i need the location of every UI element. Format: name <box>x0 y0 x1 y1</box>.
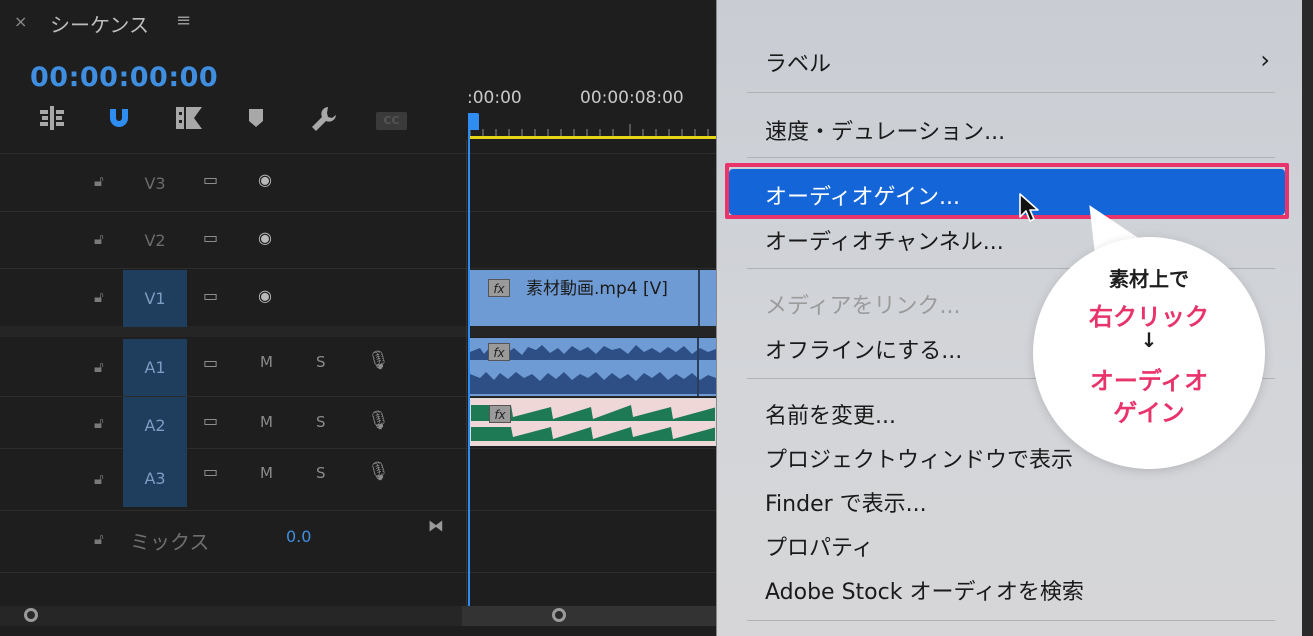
microphone-icon[interactable]: 🎙︎ <box>367 350 390 371</box>
scroll-handle-right[interactable] <box>552 608 566 622</box>
menu-item-audio-channels[interactable]: オーディオチャンネル... <box>765 224 1004 256</box>
solo-button[interactable]: S <box>316 353 326 371</box>
callout-arrow: ↓ <box>1140 328 1158 352</box>
menu-item-label[interactable]: ラベル <box>765 46 831 78</box>
callout-line: オーディオ <box>1089 367 1209 395</box>
callout-line: 素材上で <box>1109 267 1189 291</box>
lock-icon[interactable]: 🔓︎ <box>94 470 104 488</box>
sync-lock-icon[interactable]: ▭ <box>203 411 218 430</box>
mute-button[interactable]: M <box>260 464 273 482</box>
playhead-timecode[interactable]: 00:00:00:00 <box>30 62 218 93</box>
sync-lock-icon[interactable]: ▭ <box>203 286 218 305</box>
linked-selection-icon[interactable] <box>170 104 206 138</box>
track-target-a1[interactable]: A1 <box>123 339 187 396</box>
menu-item-properties[interactable]: プロパティ <box>765 530 874 562</box>
sequence-panel: × シーケンス ≡ 00:00:00:00 CC :00:00 00:00:08… <box>0 0 716 636</box>
menu-item-link-media: メディアをリンク... <box>765 294 961 319</box>
sync-lock-icon[interactable]: ▭ <box>203 462 218 481</box>
sync-lock-icon[interactable]: ▭ <box>203 228 218 247</box>
microphone-icon[interactable]: 🎙︎ <box>367 410 390 431</box>
zoom-scrollbar[interactable] <box>462 606 716 626</box>
background-panel-edge <box>1302 0 1313 636</box>
playhead-line[interactable] <box>468 113 470 608</box>
fx-badge: fx <box>488 279 510 297</box>
menu-item-speed-duration[interactable]: 速度・デュレーション... <box>765 114 1005 146</box>
submenu-chevron-icon: › <box>1260 46 1270 74</box>
eye-toggle-icon[interactable]: ◉ <box>258 228 272 247</box>
lock-icon[interactable]: 🔓︎ <box>94 230 104 248</box>
menu-item-make-offline[interactable]: オフラインにする... <box>765 333 962 365</box>
mix-collapse-icon[interactable]: ⧓ <box>428 516 444 535</box>
panel-tab-title[interactable]: シーケンス <box>50 9 149 38</box>
audio-clip-a1[interactable]: fx <box>470 338 716 396</box>
snap-magnet-icon[interactable] <box>101 104 137 138</box>
solo-button[interactable]: S <box>316 413 326 431</box>
menu-item-adobe-stock-audio[interactable]: Adobe Stock オーディオを検索 <box>765 574 1084 606</box>
fx-badge: fx <box>489 405 511 423</box>
mix-track-label: ミックス <box>130 530 210 554</box>
solo-button[interactable]: S <box>316 464 326 482</box>
fx-badge: fx <box>488 343 510 361</box>
menu-item-reveal-in-project[interactable]: プロジェクトウィンドウで表示 <box>765 442 1073 474</box>
lock-icon[interactable]: 🔓︎ <box>94 172 104 190</box>
sync-lock-icon[interactable]: ▭ <box>203 353 218 372</box>
track-target-v3[interactable]: V3 <box>123 155 187 212</box>
add-marker-icon[interactable] <box>238 104 274 138</box>
mute-button[interactable]: M <box>260 413 273 431</box>
track-target-a2[interactable]: A2 <box>123 397 187 454</box>
ruler-label: :00:00 <box>467 88 522 108</box>
sync-lock-icon[interactable]: ▭ <box>203 170 218 189</box>
callout-line: ゲイン <box>1113 399 1185 427</box>
video-clip[interactable]: fx 素材動画.mp4 [V] <box>470 270 716 326</box>
track-target-v1[interactable]: V1 <box>123 270 187 327</box>
microphone-icon[interactable]: 🎙︎ <box>367 461 390 482</box>
mute-button[interactable]: M <box>260 353 273 371</box>
mix-volume-value[interactable]: 0.0 <box>286 527 311 546</box>
callout-line: 右クリック <box>1089 303 1209 331</box>
captions-cc-icon[interactable]: CC <box>376 112 407 130</box>
mouse-cursor-icon <box>1019 193 1039 222</box>
close-panel-button[interactable]: × <box>14 12 27 31</box>
wrench-settings-icon[interactable] <box>306 104 342 138</box>
panel-menu-icon[interactable]: ≡ <box>176 10 191 31</box>
track-target-v2[interactable]: V2 <box>123 212 187 269</box>
lock-icon[interactable]: 🔓︎ <box>94 530 104 548</box>
track-target-a3[interactable]: A3 <box>123 450 187 507</box>
menu-item-reveal-in-finder[interactable]: Finder で表示... <box>765 486 927 518</box>
menu-item-audio-gain[interactable]: オーディオゲイン... <box>765 179 960 211</box>
ruler-label: 00:00:08:00 <box>580 88 684 108</box>
lock-icon[interactable]: 🔓︎ <box>94 358 104 376</box>
eye-toggle-icon[interactable]: ◉ <box>258 286 272 305</box>
work-area-bar[interactable] <box>470 136 716 139</box>
insert-sequence-as-nest-icon[interactable] <box>34 104 70 138</box>
scroll-handle-left[interactable] <box>24 608 38 622</box>
lock-icon[interactable]: 🔓︎ <box>94 288 104 306</box>
time-ruler[interactable] <box>470 124 716 136</box>
menu-item-rename[interactable]: 名前を変更... <box>765 398 896 430</box>
eye-toggle-icon[interactable]: ◉ <box>258 170 272 189</box>
clip-name: 素材動画.mp4 [V] <box>526 279 668 299</box>
audio-clip-a2[interactable]: fx <box>470 398 716 446</box>
lock-icon[interactable]: 🔓︎ <box>94 414 104 432</box>
